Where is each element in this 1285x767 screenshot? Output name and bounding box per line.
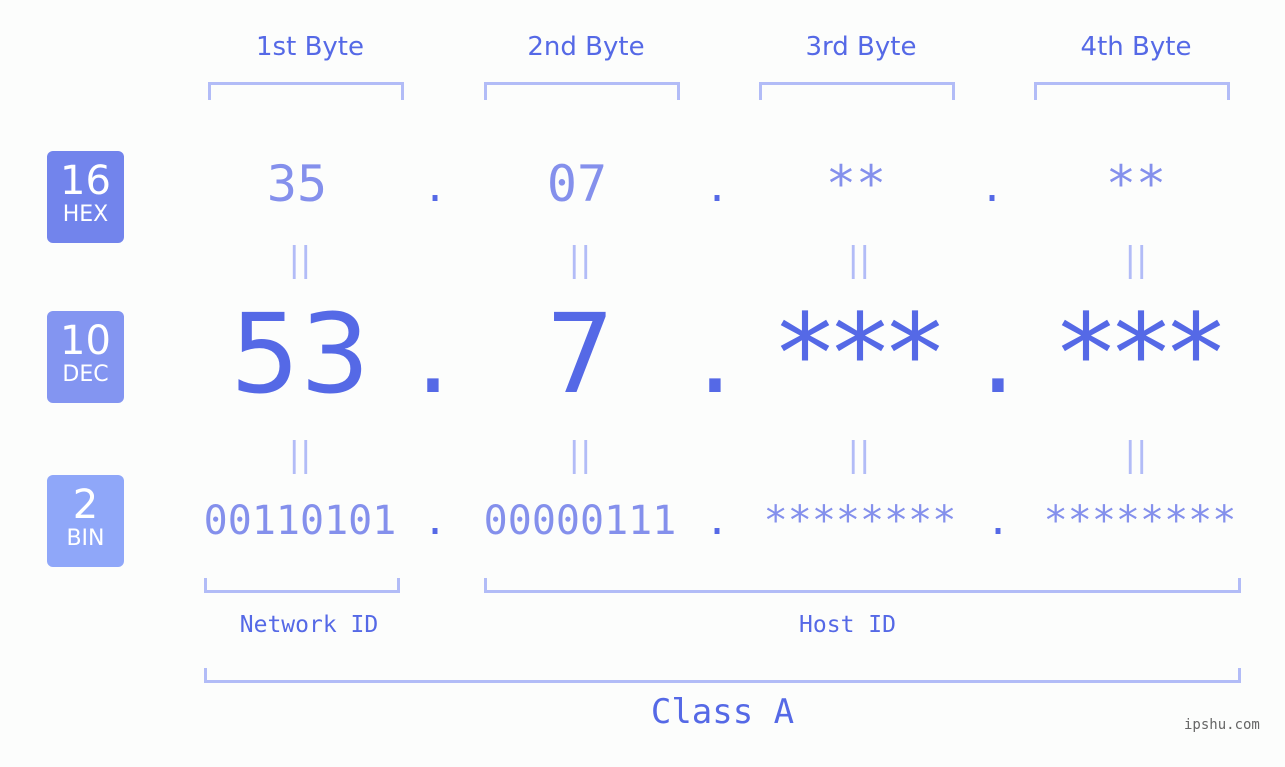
bin-separator-1: . (422, 498, 448, 544)
bin-byte-2: 00000111 (483, 498, 677, 544)
hex-separator-2: . (704, 165, 730, 211)
host-id-label: Host ID (799, 612, 896, 638)
equals-sign: || (568, 435, 592, 475)
equals-sign: || (288, 240, 312, 280)
network-id-label: Network ID (239, 612, 379, 638)
byte-bracket-2 (484, 82, 680, 100)
bin-label: BIN (66, 526, 105, 551)
dec-byte-3: *** (777, 290, 943, 418)
equals-sign: || (847, 240, 871, 280)
hex-label: HEX (62, 202, 109, 227)
host-id-bracket (484, 578, 1241, 593)
hex-byte-1: 35 (266, 155, 328, 213)
hex-badge: 16 HEX (47, 151, 124, 243)
dec-base: 10 (60, 318, 111, 364)
byte-header-2: 2nd Byte (527, 32, 645, 62)
equals-sign: || (1124, 240, 1148, 280)
bin-base: 2 (72, 482, 99, 528)
hex-separator-1: . (422, 165, 448, 211)
dec-byte-4: *** (1058, 290, 1224, 418)
equals-sign: || (847, 435, 871, 475)
dec-byte-2: 7 (545, 290, 615, 418)
network-id-bracket (204, 578, 400, 593)
equals-sign: || (288, 435, 312, 475)
bin-byte-3: ******** (763, 498, 957, 544)
hex-byte-3: ** (825, 155, 887, 213)
byte-header-4: 4th Byte (1080, 32, 1192, 62)
hex-base: 16 (60, 158, 111, 204)
byte-bracket-1 (208, 82, 404, 100)
class-bracket (204, 668, 1241, 683)
byte-header-1: 1st Byte (256, 32, 364, 62)
dec-label: DEC (62, 362, 109, 387)
byte-header-3: 3rd Byte (805, 32, 917, 62)
hex-separator-3: . (979, 165, 1005, 211)
byte-bracket-4 (1034, 82, 1230, 100)
equals-sign: || (1124, 435, 1148, 475)
bin-badge: 2 BIN (47, 475, 124, 567)
bin-byte-4: ******** (1043, 498, 1237, 544)
hex-byte-4: ** (1105, 155, 1167, 213)
dec-byte-1: 53 (230, 290, 370, 418)
bin-byte-1: 00110101 (203, 498, 397, 544)
hex-byte-2: 07 (546, 155, 608, 213)
site-watermark: ipshu.com (1184, 717, 1260, 733)
equals-sign: || (568, 240, 592, 280)
byte-bracket-3 (759, 82, 955, 100)
class-label: Class A (650, 692, 795, 732)
dec-badge: 10 DEC (47, 311, 124, 403)
